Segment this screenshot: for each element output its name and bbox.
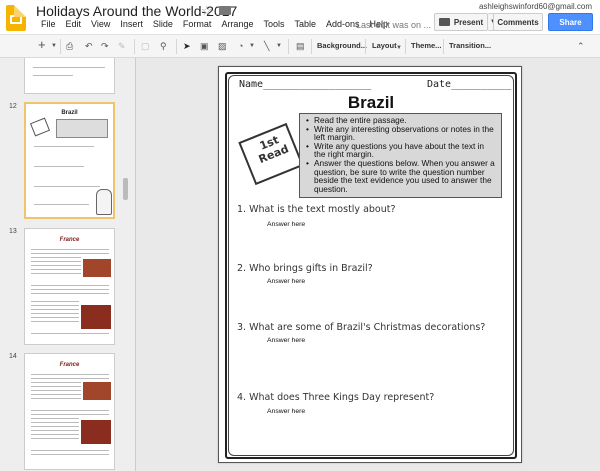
layout-button[interactable]: Layout (372, 41, 397, 50)
menu-format[interactable]: Format (178, 19, 217, 29)
filmstrip-scrollbar[interactable] (123, 178, 128, 200)
redo-icon[interactable]: ↷ (101, 40, 109, 53)
menu-insert[interactable]: Insert (115, 19, 148, 29)
menu-view[interactable]: View (86, 19, 115, 29)
undo-icon[interactable]: ↶ (85, 40, 93, 53)
text-box-icon[interactable]: ▣ (200, 40, 209, 53)
slide-thumbnail-14[interactable]: France (24, 353, 115, 470)
new-slide-dropdown-icon[interactable]: ▼ (51, 40, 57, 53)
present-label: Present (453, 17, 484, 27)
instruction-item: Write any questions you have about the t… (306, 141, 497, 159)
thumbnail-title: France (59, 362, 80, 368)
theme-button[interactable]: Theme... (411, 41, 441, 50)
print-icon[interactable]: ⎙ (66, 40, 73, 53)
menu-bar: File Edit View Insert Slide Format Arran… (36, 19, 393, 29)
star-icon[interactable]: ☆ (201, 3, 213, 19)
zoom-icon[interactable]: ⚲ (160, 40, 167, 53)
folder-icon[interactable] (219, 6, 231, 15)
question-4[interactable]: 4. What does Three Kings Day represent? (237, 392, 434, 403)
slide-title[interactable]: Brazil (219, 93, 523, 113)
thumbnail-title: France (59, 237, 80, 243)
select-icon[interactable]: ➤ (183, 40, 191, 53)
line-dropdown-icon[interactable]: ▼ (276, 40, 282, 53)
question-1[interactable]: 1. What is the text mostly about? (237, 204, 396, 215)
toolbar: + ▼ ⎙ ↶ ↷ ✎ ▢ ⚲ ➤ ▣ ▨ ◔ ▼ ╲ ▼ ▤ Backgrou… (0, 34, 600, 58)
menu-slide[interactable]: Slide (148, 19, 178, 29)
menu-table[interactable]: Table (289, 19, 321, 29)
question-2[interactable]: 2. Who brings gifts in Brazil? (237, 263, 373, 274)
menu-edit[interactable]: Edit (61, 19, 87, 29)
slide-number: 12 (9, 103, 17, 110)
layout-dropdown-icon[interactable]: ▼ (396, 42, 402, 55)
question-3[interactable]: 3. What are some of Brazil's Christmas d… (237, 322, 485, 333)
slide-thumbnail-13[interactable]: France (24, 228, 115, 345)
account-email[interactable]: ashleighswinford60@gmail.com (479, 2, 592, 11)
paint-format-icon[interactable]: ✎ (118, 40, 126, 53)
slide-thumbnail-12[interactable]: Brazil (24, 102, 115, 219)
menu-tools[interactable]: Tools (258, 19, 289, 29)
new-slide-icon[interactable]: + (38, 38, 46, 51)
transition-button[interactable]: Transition... (449, 41, 491, 50)
zoom-fit-icon[interactable]: ▢ (141, 40, 150, 53)
comments-button[interactable]: Comments (493, 13, 543, 31)
instruction-item: Write any interesting observations or no… (306, 124, 497, 142)
slide-number: 14 (9, 353, 17, 360)
date-field-label[interactable]: Date__________ (427, 79, 511, 90)
answer-3[interactable]: Answer here (267, 337, 305, 344)
instruction-item: Answer the questions below. When you ans… (306, 159, 497, 193)
thumbnail-title: Brazil (61, 110, 78, 116)
title-bar: Holidays Around the World-2017 ☆ ashleig… (0, 0, 600, 34)
answer-4[interactable]: Answer here (267, 408, 305, 415)
answer-1[interactable]: Answer here (267, 221, 305, 228)
image-icon[interactable]: ▨ (218, 40, 227, 53)
slide-canvas[interactable]: Name__________________ Date__________ Br… (218, 66, 522, 463)
first-read-badge[interactable]: 1st Read (238, 113, 304, 193)
line-icon[interactable]: ╲ (264, 40, 269, 53)
slide-filmstrip: 12 Brazil 13 France 14 France (0, 58, 136, 471)
shape-icon[interactable]: ◔ (238, 40, 243, 53)
share-button[interactable]: Share (548, 13, 593, 31)
background-button[interactable]: Background... (317, 41, 367, 50)
menu-arrange[interactable]: Arrange (216, 19, 258, 29)
slide-thumbnail-11[interactable] (24, 58, 115, 94)
instructions-box[interactable]: Read the entire passage. Write any inter… (299, 113, 502, 198)
present-button[interactable]: Present (434, 13, 488, 31)
share-label: Share (559, 17, 582, 27)
present-icon (438, 18, 450, 26)
answer-2[interactable]: Answer here (267, 278, 305, 285)
comment-icon[interactable]: ▤ (296, 40, 305, 53)
slides-logo-icon[interactable] (6, 5, 26, 31)
shape-dropdown-icon[interactable]: ▼ (249, 40, 255, 53)
last-edit-link[interactable]: Last edit was on ... (356, 20, 431, 30)
name-field-label[interactable]: Name__________________ (239, 79, 371, 90)
slide-number: 13 (9, 228, 17, 235)
collapse-toolbar-icon[interactable]: ⌃ (577, 40, 585, 53)
menu-file[interactable]: File (36, 19, 61, 29)
